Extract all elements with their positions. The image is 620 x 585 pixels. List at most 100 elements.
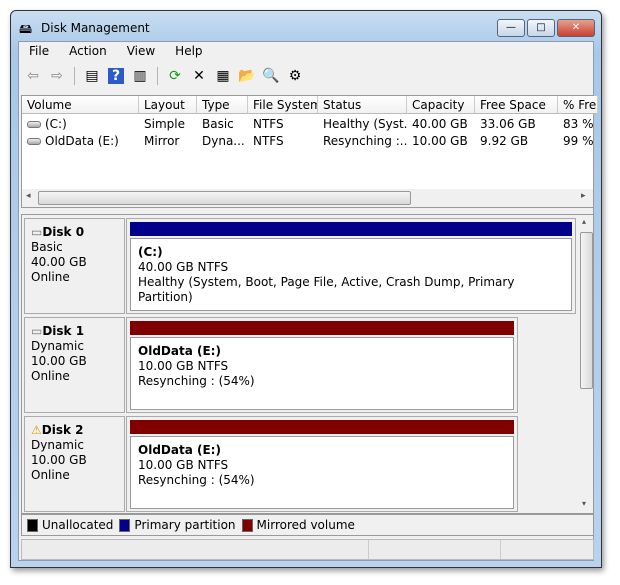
close-button[interactable]: ✕ [557,19,595,37]
horizontal-scrollbar[interactable]: ◂ ▸ [22,189,593,207]
table-cell: NTFS [253,134,284,148]
show-hide-console-tree-button[interactable]: ▤ [82,66,102,86]
client-area: File Action View Help ⇦ ⇨ ▤? ▥ ⟳ ✕ ▦ 📂 🔍 ⚙ Volume… [18,41,598,561]
disk-icon: ▭ [31,225,43,239]
table-cell: 10.00 GB [412,134,468,148]
column-header-2[interactable]: Type [197,96,248,114]
column-header-6[interactable]: Free Space [475,96,558,114]
table-cell: 9.92 GB [480,134,529,148]
status-bar [21,539,594,560]
legend-swatch [27,518,38,532]
table-row[interactable]: OldData (E:) Mirror Dyna... NTFS Resynching … [22,132,594,149]
menu-file[interactable]: File [19,42,59,62]
column-header-0[interactable]: Volume [22,96,139,114]
partition-0[interactable]: (C:) 40.00 GB NTFS Healthy (System, Boot… [126,218,576,314]
partition-size: 10.00 GB NTFS [138,458,229,472]
maximize-button[interactable]: □ [527,19,555,37]
disk-warning-icon: ⚠ [31,423,42,437]
horizontal-scroll-thumb[interactable] [38,191,411,205]
table-row[interactable]: (C:) Simple Basic NTFS Healthy (Syst... 40.00… [22,115,594,132]
menu-action[interactable]: Action [59,42,117,62]
disk-state: Online [31,369,70,383]
partition-status: Resynching : (54%) [138,473,255,487]
disk-state: Online [31,468,70,482]
partition-color-bar [130,321,514,335]
toolbar-separator [74,67,75,85]
show-hide-console-tree-icon: ▤ [85,68,99,84]
column-header-4[interactable]: Status [318,96,407,114]
table-cell: 40.00 GB [412,117,468,131]
disk-management-app-icon: 🖴 [19,22,33,37]
volume-drive-icon [27,121,41,128]
vertical-scroll-thumb[interactable] [580,232,593,389]
disk-state: Online [31,270,70,284]
disk-type: Dynamic [31,339,84,353]
legend: Unallocated Primary partition Mirrored vol… [21,514,594,536]
menu-view[interactable]: View [117,42,165,62]
help-button[interactable]: ? [106,66,126,86]
partition-status: Healthy (System, Boot, Page File, Active… [138,275,515,304]
partition-title: OldData (E:) [138,344,221,358]
partition-title: OldData (E:) [138,443,221,457]
table-cell: (C:) [45,117,67,131]
disk-label-1[interactable]: ▭Disk 1 Dynamic 10.00 GB Online [24,317,125,413]
partition-size: 40.00 GB NTFS [138,260,229,274]
table-cell: Resynching :... [323,134,407,148]
table-cell: 33.06 GB [480,117,536,131]
scroll-right-icon[interactable]: ▸ [581,191,586,201]
delete-icon: ✕ [193,68,205,84]
column-header-3[interactable]: File System [248,96,318,114]
menu-bar: File Action View Help [19,42,593,62]
column-header-1[interactable]: Layout [139,96,197,114]
column-header-7[interactable]: % Fre [558,96,598,114]
properties-button[interactable]: ▦ [213,66,233,86]
partition-title: (C:) [138,245,163,259]
show-hide-action-pane-button[interactable]: ▥ [130,66,150,86]
vertical-scrollbar[interactable]: ▴ ▾ [579,215,593,513]
refresh-button[interactable]: ⟳ [165,66,185,86]
show-hide-action-pane-icon: ▥ [133,68,147,84]
delete-button[interactable]: ✕ [189,66,209,86]
help-icon: ? [107,68,125,84]
partition-size: 10.00 GB NTFS [138,359,229,373]
disk-management-window: 🖴 Disk Management — □ ✕ File Action View… [10,10,602,568]
open-folder-button[interactable]: 📂 [237,66,257,86]
table-cell: 99 % [563,134,594,148]
table-cell: OldData (E:) [45,134,119,148]
partition-2[interactable]: OldData (E:) 10.00 GB NTFS Resynching : … [126,416,518,512]
table-cell: NTFS [253,117,284,131]
scroll-down-icon[interactable]: ▾ [582,499,586,508]
back-arrow-icon: ⇦ [27,68,39,84]
forward-arrow-icon: ⇨ [51,68,63,84]
legend-label: Unallocated [42,518,114,532]
volume-drive-icon [27,138,41,145]
settings-button[interactable]: ⚙ [285,66,305,86]
disk-name: Disk 2 [41,423,84,437]
column-header-5[interactable]: Capacity [407,96,475,114]
partition-color-bar [130,420,514,434]
partition-1[interactable]: OldData (E:) 10.00 GB NTFS Resynching : … [126,317,518,413]
legend-swatch [119,518,131,532]
disk-size: 40.00 GB [31,255,87,269]
table-cell: Basic [202,117,234,131]
minimize-button[interactable]: — [497,19,525,37]
scroll-up-icon[interactable]: ▴ [582,217,586,226]
disk-size: 10.00 GB [31,354,87,368]
partition-color-bar [130,222,572,236]
explore-button[interactable]: 🔍 [261,66,281,86]
disk-label-0[interactable]: ▭Disk 0 Basic 40.00 GB Online [24,218,125,314]
disk-type: Dynamic [31,438,84,452]
menu-help[interactable]: Help [165,42,212,62]
explore-icon: 🔍 [262,68,280,84]
disk-label-2[interactable]: ⚠Disk 2 Dynamic 10.00 GB Online [24,416,125,512]
toolbar-separator [157,67,158,85]
table-cell: Mirror [144,134,180,148]
settings-icon: ⚙ [288,68,302,84]
back-arrow-button[interactable]: ⇦ [23,66,43,86]
scroll-left-icon[interactable]: ◂ [26,191,31,201]
legend-label: Primary partition [134,518,236,532]
disk-type: Basic [31,240,63,254]
partition-status: Resynching : (54%) [138,374,255,388]
forward-arrow-button[interactable]: ⇨ [47,66,67,86]
disk-name: Disk 1 [42,324,85,338]
